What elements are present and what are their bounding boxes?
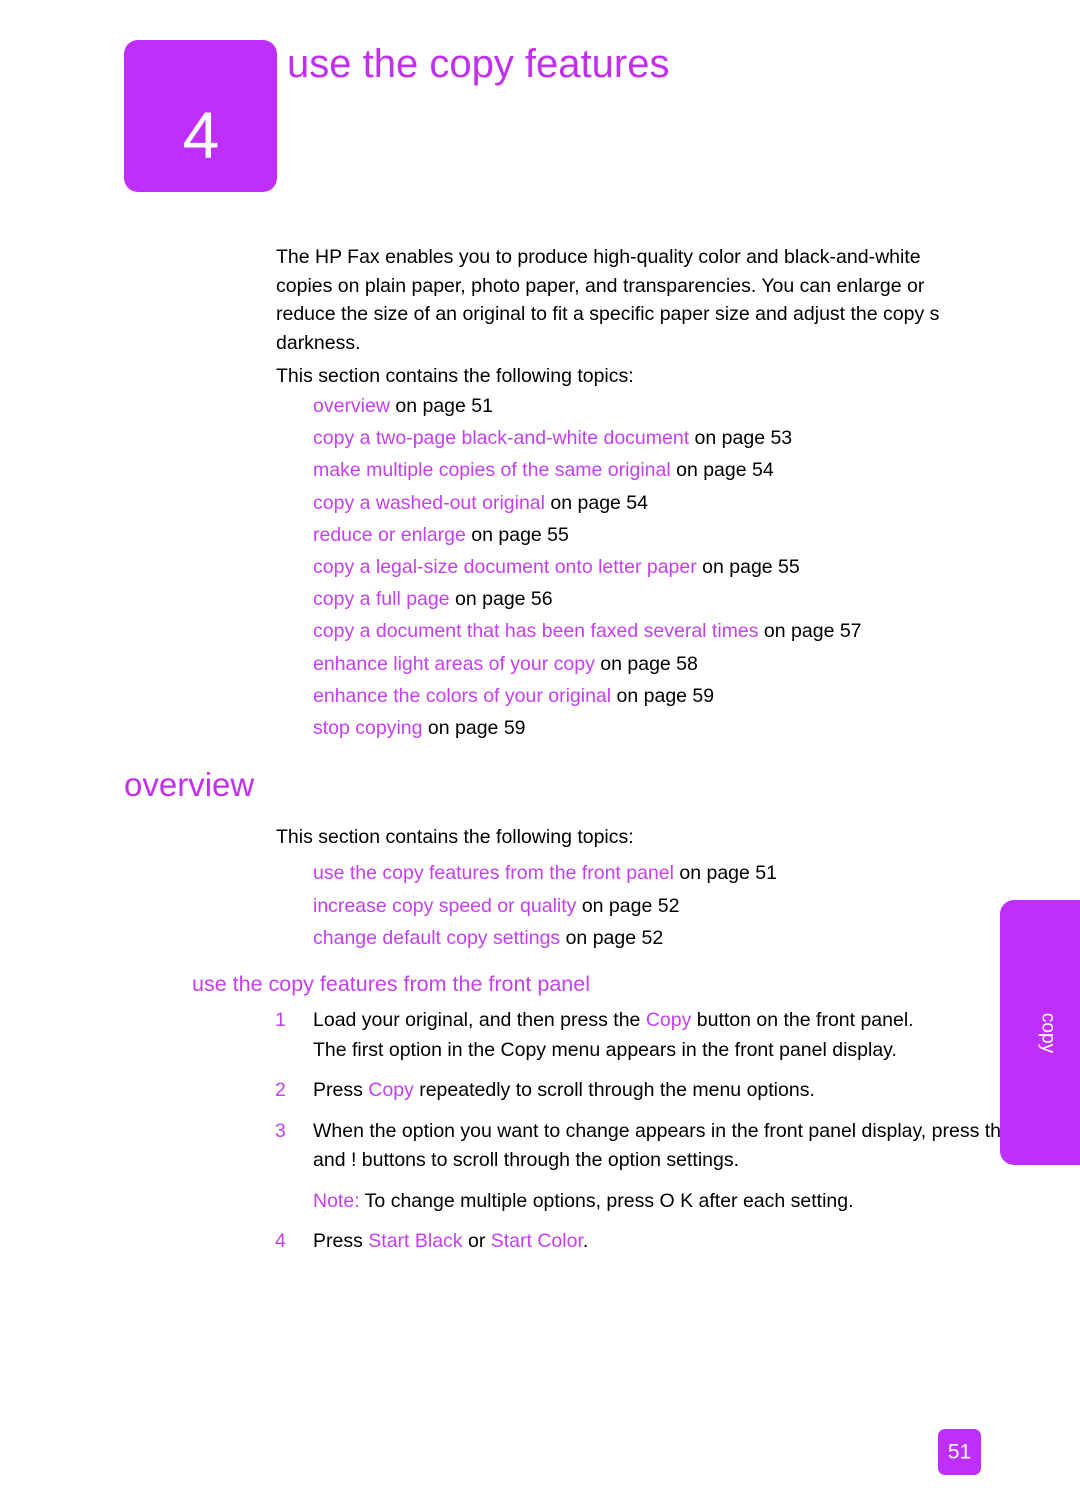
step-text-fragment: When the option you want to change appea… xyxy=(313,1119,1025,1172)
intro-paragraph-2: This section contains the following topi… xyxy=(276,365,634,387)
step-text: Press Start Black or Start Color. xyxy=(313,1227,1035,1257)
step-number: 1 xyxy=(275,1009,286,1031)
step-text: Load your original, and then press the C… xyxy=(313,1006,1035,1036)
step-control-name: Start Color xyxy=(490,1230,583,1252)
toc-link[interactable]: copy a document that has been faxed seve… xyxy=(313,620,759,642)
toc-link[interactable]: copy a full page xyxy=(313,588,450,610)
side-tab-label: copy xyxy=(1037,1012,1059,1053)
toc-entry[interactable]: stop copying on page 59 xyxy=(313,712,1033,744)
toc-entry-page-reference: on page 56 xyxy=(449,588,553,611)
note-label: Note: xyxy=(313,1189,360,1212)
procedure-step: 2 Press Copy repeatedly to scroll through… xyxy=(275,1076,1035,1106)
toc-entry-page-reference: on page 55 xyxy=(696,556,800,579)
toc-link[interactable]: reduce or enlarge xyxy=(313,524,466,546)
toc-entry-page-reference: on page 53 xyxy=(689,427,793,450)
toc-entry-page-reference: on page 54 xyxy=(670,459,774,482)
note-text: To change multiple options, press O K af… xyxy=(359,1189,854,1212)
step-text-fragment: button on the front panel. xyxy=(691,1009,914,1031)
overview-toc-link[interactable]: use the copy features from the front pan… xyxy=(313,862,674,884)
page-number-badge: 51 xyxy=(938,1429,981,1475)
step-control-name: Copy xyxy=(645,1009,692,1031)
toc-link[interactable]: copy a washed-out original xyxy=(313,492,545,514)
chapter-number-badge: 4 xyxy=(124,40,277,192)
chapter-number: 4 xyxy=(182,98,220,172)
subsection-heading-front-panel: use the copy features from the front pan… xyxy=(192,972,590,996)
overview-lead-text: This section contains the following topi… xyxy=(276,826,634,848)
procedure-step-list: 1 Load your original, and then press the … xyxy=(275,1006,1035,1257)
toc-entry[interactable]: copy a two-page black-and-white document… xyxy=(313,422,1033,454)
toc-entry[interactable]: copy a document that has been faxed seve… xyxy=(313,615,1033,647)
toc-entry[interactable]: use the copy features from the front pan… xyxy=(313,857,1033,890)
toc-link[interactable]: copy a legal-size document onto letter p… xyxy=(313,556,697,578)
toc-link[interactable]: stop copying xyxy=(313,717,423,739)
step-number: 3 xyxy=(275,1119,286,1142)
step-text-fragment: Press xyxy=(313,1079,369,1101)
step-number: 4 xyxy=(275,1230,286,1252)
step-control-name: Start Black xyxy=(368,1230,463,1252)
step-text-fragment: repeatedly to scroll through the menu op… xyxy=(413,1079,815,1101)
toc-link[interactable]: enhance the colors of your original xyxy=(313,685,611,707)
overview-toc-link[interactable]: change default copy settings xyxy=(313,927,560,949)
page-title: use the copy features xyxy=(287,42,670,86)
step-continuation-text: The first option in the Copy menu appear… xyxy=(313,1038,897,1061)
procedure-step: 4 Press Start Black or Start Color. xyxy=(275,1227,1035,1257)
toc-entry-page-reference: on page 52 xyxy=(576,894,680,917)
toc-entry[interactable]: enhance light areas of your copy on page… xyxy=(313,648,1033,680)
step-control-name: Copy xyxy=(368,1079,414,1101)
toc-entry[interactable]: increase copy speed or quality on page 5… xyxy=(313,890,1033,923)
procedure-step: 1 Load your original, and then press the … xyxy=(275,1006,1035,1065)
toc-entry[interactable]: change default copy settings on page 52 xyxy=(313,922,1033,955)
step-text-fragment: or xyxy=(462,1230,491,1252)
overview-toc-link[interactable]: increase copy speed or quality xyxy=(313,895,576,917)
step-text-fragment: Press xyxy=(313,1230,369,1252)
toc-link[interactable]: copy a two-page black-and-white document xyxy=(313,427,689,449)
toc-link[interactable]: make multiple copies of the same origina… xyxy=(313,459,671,481)
step-text-fragment: Load your original, and then press the xyxy=(313,1009,646,1031)
step-text-fragment: . xyxy=(582,1230,589,1252)
intro-block: The HP Fax enables you to produce high-q… xyxy=(276,243,976,391)
note-block: Note: To change multiple options, press … xyxy=(275,1187,1035,1217)
toc-entry-page-reference: on page 54 xyxy=(544,491,648,514)
toc-entry-page-reference: on page 55 xyxy=(465,523,569,546)
toc-entry[interactable]: make multiple copies of the same origina… xyxy=(313,454,1033,486)
section-heading-overview: overview xyxy=(124,766,255,803)
toc-entry-page-reference: on page 59 xyxy=(422,717,526,740)
toc-entry-page-reference: on page 59 xyxy=(611,684,715,707)
toc-entry[interactable]: copy a full page on page 56 xyxy=(313,583,1033,615)
toc-entry-page-reference: on page 52 xyxy=(560,927,664,950)
side-tab-copy: copy xyxy=(1000,900,1080,1165)
overview-topic-list: use the copy features from the front pan… xyxy=(313,857,1033,955)
toc-entry-page-reference: on page 51 xyxy=(389,395,493,417)
procedure-step: 3 When the option you want to change appe… xyxy=(275,1117,1035,1176)
toc-link[interactable]: overview xyxy=(313,395,390,417)
toc-entry-page-reference: on page 58 xyxy=(594,652,698,675)
page-number: 51 xyxy=(947,1440,972,1464)
step-text: Press Copy repeatedly to scroll through … xyxy=(313,1076,1035,1106)
document-page: 4 use the copy features The HP Fax enabl… xyxy=(0,0,1080,1495)
step-number: 2 xyxy=(275,1079,286,1101)
toc-entry[interactable]: reduce or enlarge on page 55 xyxy=(313,519,1033,551)
toc-entry-page-reference: on page 51 xyxy=(673,862,777,884)
toc-entry-page-reference: on page 57 xyxy=(758,620,862,643)
toc-entry[interactable]: enhance the colors of your original on p… xyxy=(313,680,1033,712)
toc-entry[interactable]: overview on page 51 xyxy=(313,390,1033,422)
intro-paragraph-1: The HP Fax enables you to produce high-q… xyxy=(276,246,940,354)
toc-entry[interactable]: copy a legal-size document onto letter p… xyxy=(313,551,1033,583)
toc-link[interactable]: enhance light areas of your copy xyxy=(313,653,595,675)
chapter-topic-list: overview on page 51 copy a two-page black… xyxy=(313,390,1033,744)
toc-entry[interactable]: copy a washed-out original on page 54 xyxy=(313,487,1033,519)
step-text: When the option you want to change appea… xyxy=(313,1117,1035,1176)
